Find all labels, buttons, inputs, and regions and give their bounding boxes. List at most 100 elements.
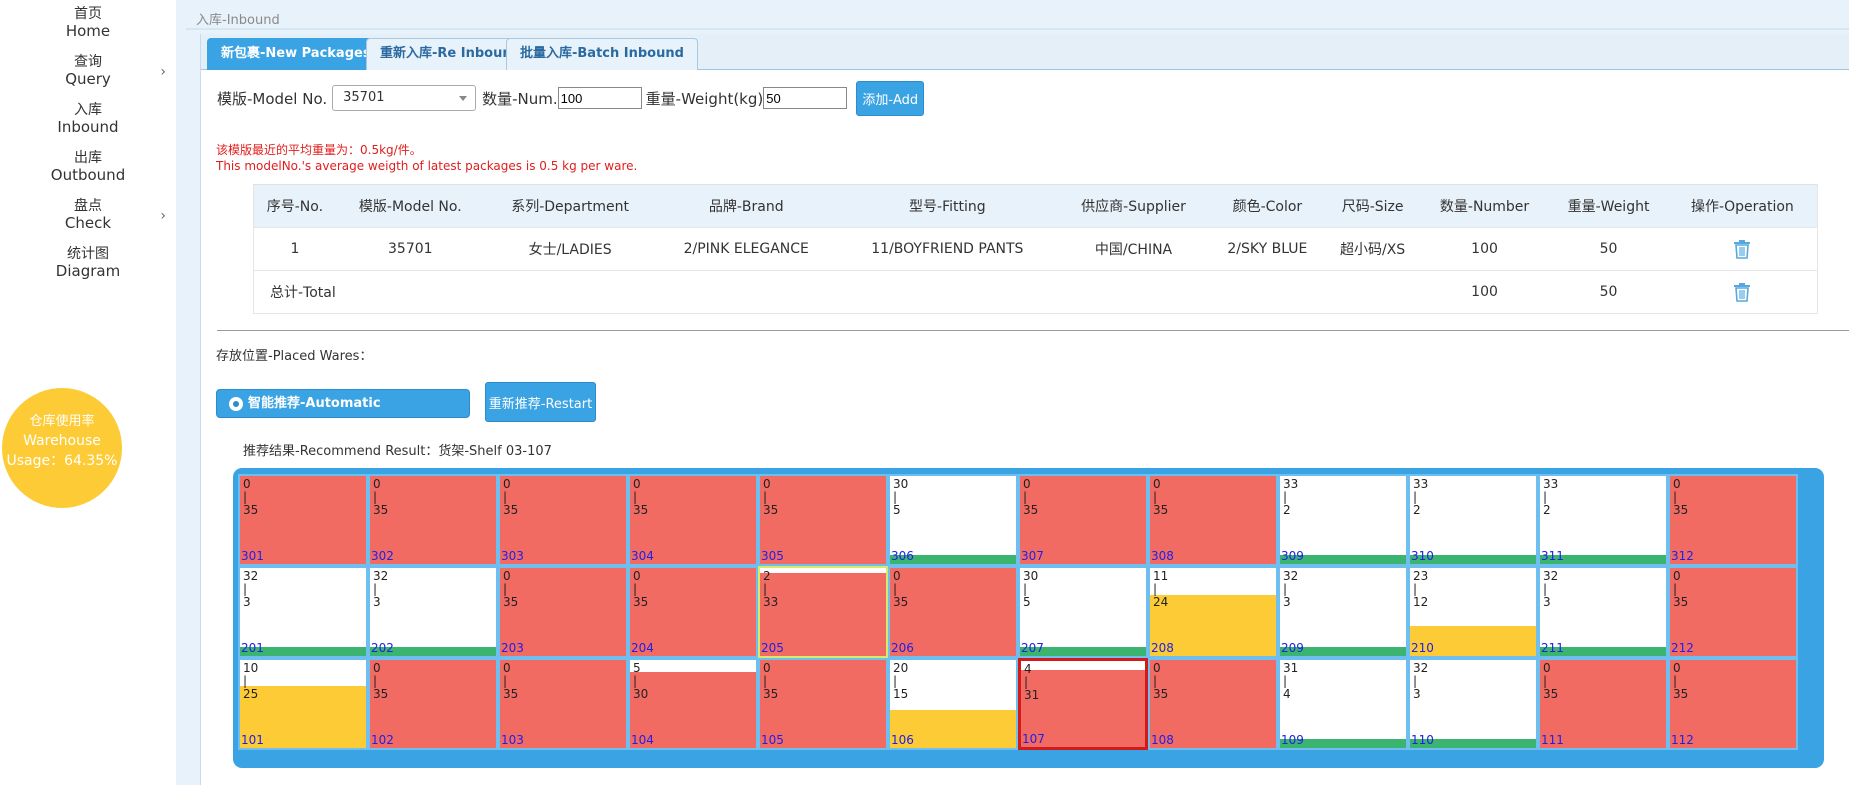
shelf-cell[interactable]: 5 | 30 104 xyxy=(628,658,758,750)
add-package-form: 模版-Model No. 35701 数量-Num. 重量-Weight(kg)… xyxy=(217,78,925,118)
shelf-used-count: 35 xyxy=(893,595,909,609)
table-cell: 总计-Total xyxy=(252,270,1420,314)
trash-icon[interactable] xyxy=(1733,282,1751,302)
shelf-cell[interactable]: 33 | 2 310 xyxy=(1408,474,1538,566)
tab-batch-inbound[interactable]: 批量入库-Batch Inbound xyxy=(506,38,698,70)
shelf-cell[interactable]: 23 | 12 210 xyxy=(1408,566,1538,658)
warning-line-en: This modelNo.'s average weigth of latest… xyxy=(216,159,638,173)
shelf-capacity-text: 30 | 5 xyxy=(1023,570,1038,609)
shelf-cell[interactable]: 31 | 4 109 xyxy=(1278,658,1408,750)
restart-button[interactable]: 重新推荐-Restart xyxy=(485,382,596,422)
model-label: 模版-Model No. xyxy=(217,89,328,108)
sidebar-item-query[interactable]: 查询 Query › xyxy=(0,48,176,96)
shelf-id: 208 xyxy=(1151,641,1174,655)
shelf-cell[interactable]: 10 | 25 101 xyxy=(238,658,368,750)
shelf-cell[interactable]: 4 | 31 107 xyxy=(1018,658,1148,750)
num-label: 数量-Num. xyxy=(482,89,558,108)
sidebar-item-home[interactable]: 首页 Home xyxy=(0,0,176,48)
automatic-recommend-radio[interactable]: 智能推荐-Automatic Recommend xyxy=(216,389,470,438)
shelf-capacity-text: 0 | 35 xyxy=(763,662,778,701)
shelf-cell[interactable]: 0 | 35 304 xyxy=(628,474,758,566)
shelf-cell[interactable]: 0 | 35 307 xyxy=(1018,474,1148,566)
shelf-used-count: 35 xyxy=(633,503,649,517)
column-header: 模版-Model No. xyxy=(335,184,485,228)
shelf-cell[interactable]: 0 | 35 308 xyxy=(1148,474,1278,566)
shelf-cell[interactable]: 0 | 35 212 xyxy=(1668,566,1798,658)
shelf-id: 102 xyxy=(371,733,394,747)
shelf-cell[interactable]: 0 | 35 303 xyxy=(498,474,628,566)
operation-cell xyxy=(1667,227,1818,271)
sidebar-item-outbound[interactable]: 出库 Outbound xyxy=(0,144,176,192)
shelf-cell[interactable]: 32 | 3 110 xyxy=(1408,658,1538,750)
shelf-capacity-text: 0 | 35 xyxy=(1153,662,1168,701)
usage-value: Usage：64.35% xyxy=(6,453,118,469)
model-select[interactable]: 35701 xyxy=(332,85,477,111)
shelf-id: 309 xyxy=(1281,549,1304,563)
shelf-used-count: 35 xyxy=(373,687,389,701)
trash-icon[interactable] xyxy=(1733,239,1751,259)
shelf-cell[interactable]: 0 | 35 206 xyxy=(888,566,1018,658)
shelf-cell[interactable]: 0 | 35 112 xyxy=(1668,658,1798,750)
inbound-panel: 新包裹-New Packages 重新入库-Re Inbound 批量入库-Ba… xyxy=(200,34,1849,785)
shelf-cell[interactable]: 0 | 35 102 xyxy=(368,658,498,750)
shelf-cell[interactable]: 32 | 3 211 xyxy=(1538,566,1668,658)
num-input[interactable] xyxy=(557,87,642,109)
shelf-cell[interactable]: 0 | 35 203 xyxy=(498,566,628,658)
sidebar-item-label-en: Outbound xyxy=(50,166,126,184)
shelf-used-count: 4 xyxy=(1283,687,1291,701)
shelf-capacity-text: 0 | 35 xyxy=(503,570,518,609)
shelf-cell[interactable]: 0 | 35 301 xyxy=(238,474,368,566)
sidebar-nav: 首页 Home 查询 Query › 入库 Inbound 出库 Outbound 盘点 Check… xyxy=(0,0,176,288)
shelf-cell[interactable]: 0 | 35 312 xyxy=(1668,474,1798,566)
shelf-id: 209 xyxy=(1281,641,1304,655)
sidebar-item-inbound[interactable]: 入库 Inbound xyxy=(0,96,176,144)
shelf-cell[interactable]: 0 | 35 105 xyxy=(758,658,888,750)
shelf-capacity-text: 0 | 35 xyxy=(893,570,908,609)
shelf-used-count: 35 xyxy=(1673,687,1689,701)
shelf-id: 307 xyxy=(1021,549,1044,563)
shelf-cell[interactable]: 0 | 35 305 xyxy=(758,474,888,566)
shelf-cell[interactable]: 30 | 5 306 xyxy=(888,474,1018,566)
shelf-id: 206 xyxy=(891,641,914,655)
shelf-id: 205 xyxy=(761,641,784,655)
shelf-capacity-text: 33 | 2 xyxy=(1413,478,1428,517)
shelf-id: 212 xyxy=(1671,641,1694,655)
shelf-cell[interactable]: 2 | 33 205 xyxy=(758,566,888,658)
add-button[interactable]: 添加-Add xyxy=(856,80,925,116)
shelf-cell[interactable]: 0 | 35 103 xyxy=(498,658,628,750)
table-cell: 100 xyxy=(1419,270,1550,314)
weight-input[interactable] xyxy=(763,87,848,109)
shelf-cell[interactable]: 33 | 2 311 xyxy=(1538,474,1668,566)
table-cell: 1 xyxy=(252,227,336,271)
shelf-cell[interactable]: 32 | 3 202 xyxy=(368,566,498,658)
shelf-cell[interactable]: 0 | 35 204 xyxy=(628,566,758,658)
column-header: 型号-Fitting xyxy=(837,184,1058,228)
shelf-capacity-text: 0 | 35 xyxy=(633,570,648,609)
column-header: 序号-No. xyxy=(252,184,336,228)
shelf-cell[interactable]: 32 | 3 201 xyxy=(238,566,368,658)
operation-cell xyxy=(1667,270,1818,314)
shelf-capacity-text: 31 | 4 xyxy=(1283,662,1298,701)
main-area: 入库-Inbound 新包裹-New Packages 重新入库-Re Inbo… xyxy=(176,0,1849,785)
shelf-cell[interactable]: 11 | 24 208 xyxy=(1148,566,1278,658)
shelf-cell[interactable]: 32 | 3 209 xyxy=(1278,566,1408,658)
shelf-id: 305 xyxy=(761,549,784,563)
weight-label: 重量-Weight(kg) xyxy=(645,89,764,108)
shelf-cell[interactable]: 0 | 35 111 xyxy=(1538,658,1668,750)
shelf-cell[interactable]: 20 | 15 106 xyxy=(888,658,1018,750)
tab-new-packages[interactable]: 新包裹-New Packages xyxy=(207,38,385,70)
shelf-cell[interactable]: 30 | 5 207 xyxy=(1018,566,1148,658)
table-header-row: 序号-No. 模版-Model No. 系列-Department 品牌-Brand 型… xyxy=(252,184,1818,228)
shelf-used-count: 3 xyxy=(243,595,251,609)
shelf-cell[interactable]: 0 | 35 108 xyxy=(1148,658,1278,750)
shelf-id: 310 xyxy=(1411,549,1434,563)
shelf-id: 203 xyxy=(501,641,524,655)
shelf-used-count: 12 xyxy=(1413,595,1429,609)
table-cell: 女士/LADIES xyxy=(484,227,656,271)
sidebar-item-check[interactable]: 盘点 Check › xyxy=(0,192,176,240)
shelf-used-count: 3 xyxy=(1543,595,1551,609)
shelf-cell[interactable]: 0 | 35 302 xyxy=(368,474,498,566)
sidebar-item-diagram[interactable]: 统计图 Diagram xyxy=(0,240,176,288)
shelf-cell[interactable]: 33 | 2 309 xyxy=(1278,474,1408,566)
sidebar-item-label-en: Check xyxy=(64,214,112,232)
